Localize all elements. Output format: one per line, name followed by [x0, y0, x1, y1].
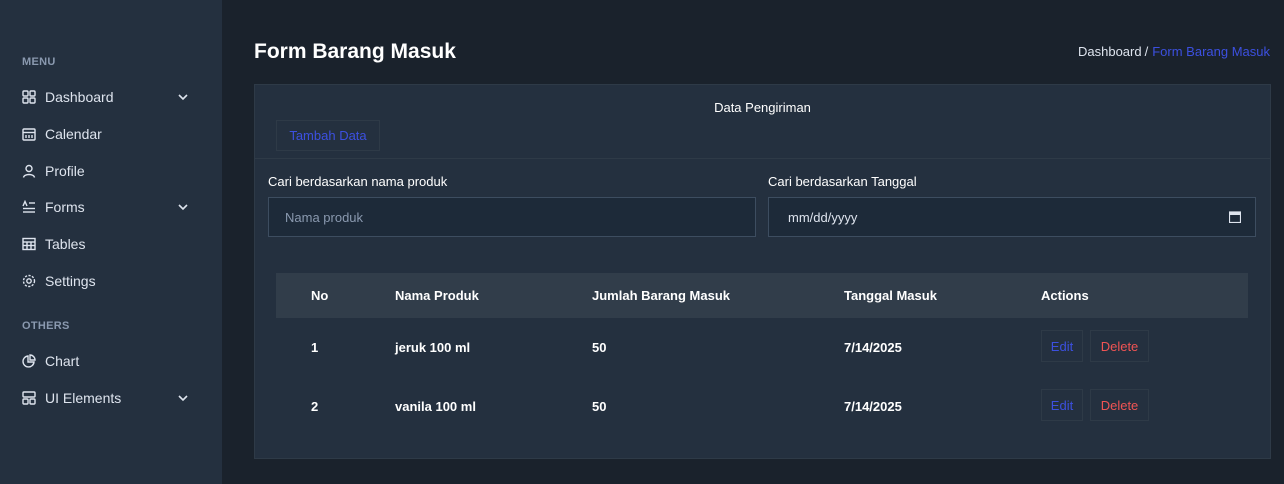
dashboard-grid-icon: [22, 90, 36, 104]
calendar-icon: [22, 127, 36, 141]
edit-button[interactable]: Edit: [1041, 389, 1083, 421]
sidebar-item-calendar[interactable]: Calendar: [22, 123, 190, 145]
sidebar-item-tables[interactable]: Tables: [22, 233, 190, 255]
user-icon: [22, 164, 36, 178]
table-header: No Nama Produk Jumlah Barang Masuk Tangg…: [276, 273, 1248, 318]
cell-jumlah: 50: [592, 398, 607, 414]
cell-tanggal: 7/14/2025: [844, 398, 902, 414]
search-date-label: Cari berdasarkan Tanggal: [768, 174, 917, 189]
breadcrumb-separator: /: [1144, 44, 1149, 59]
sidebar-item-dashboard[interactable]: Dashboard: [22, 86, 190, 108]
column-header-nama-produk: Nama Produk: [395, 288, 479, 303]
cell-tanggal: 7/14/2025: [844, 339, 902, 355]
chevron-down-icon[interactable]: [176, 391, 190, 405]
gear-icon: [22, 274, 36, 288]
sidebar-item-label: Forms: [45, 199, 85, 215]
sidebar-item-label: Profile: [45, 163, 85, 179]
breadcrumb-current: Form Barang Masuk: [1152, 44, 1270, 59]
chevron-down-icon[interactable]: [176, 90, 190, 104]
sidebar-item-label: Tables: [45, 236, 86, 252]
chevron-down-icon[interactable]: [176, 200, 190, 214]
sidebar-item-label: Chart: [45, 353, 80, 369]
calendar-picker-icon[interactable]: [1228, 211, 1242, 224]
data-card: Data Pengiriman Tambah Data Cari berdasa…: [254, 84, 1271, 459]
pie-chart-icon: [22, 354, 36, 368]
cell-jumlah: 50: [592, 339, 607, 355]
sidebar-item-chart[interactable]: Chart: [22, 350, 190, 372]
date-input-value: mm/dd/yyyy: [788, 209, 858, 225]
table-row: 2 vanila 100 ml 50 7/14/2025 Edit Delete: [276, 377, 1248, 435]
add-data-button[interactable]: Tambah Data: [276, 120, 380, 151]
search-name-label: Cari berdasarkan nama produk: [268, 174, 448, 189]
sidebar-item-profile[interactable]: Profile: [22, 160, 190, 182]
sidebar-item-label: UI Elements: [45, 390, 122, 406]
column-header-no: No: [311, 288, 329, 303]
table-icon: [22, 237, 36, 251]
delete-button[interactable]: Delete: [1090, 330, 1149, 362]
product-search-input[interactable]: Nama produk: [268, 197, 756, 237]
sidebar-item-label: Dashboard: [45, 89, 114, 105]
date-search-input[interactable]: mm/dd/yyyy: [768, 197, 1256, 237]
forms-icon: [22, 200, 36, 214]
breadcrumb: Dashboard / Form Barang Masuk: [1078, 44, 1270, 59]
sidebar-item-ui-elements[interactable]: UI Elements: [22, 387, 190, 409]
delete-button[interactable]: Delete: [1090, 389, 1149, 421]
sidebar-item-label: Calendar: [45, 126, 102, 142]
edit-button[interactable]: Edit: [1041, 330, 1083, 362]
cell-nama-produk: jeruk 100 ml: [395, 339, 471, 355]
card-title: Data Pengiriman: [714, 100, 811, 115]
cell-no: 1: [311, 339, 319, 355]
ui-elements-icon: [22, 391, 36, 405]
sidebar-item-settings[interactable]: Settings: [22, 270, 190, 292]
product-search-placeholder: Nama produk: [285, 209, 364, 225]
sidebar-item-forms[interactable]: Forms: [22, 196, 190, 218]
divider: [255, 158, 1270, 159]
sidebar-item-label: Settings: [45, 273, 96, 289]
column-header-jumlah: Jumlah Barang Masuk: [592, 288, 730, 303]
others-heading: OTHERS: [22, 320, 70, 332]
cell-nama-produk: vanila 100 ml: [395, 398, 476, 414]
sidebar: MENU Dashboard Calendar Profile Forms Ta…: [0, 0, 222, 484]
cell-no: 2: [311, 398, 319, 414]
column-header-tanggal: Tanggal Masuk: [844, 288, 937, 303]
page-title: Form Barang Masuk: [254, 40, 456, 63]
main-content: Form Barang Masuk Dashboard / Form Barang …: [222, 8, 1284, 484]
table-row: 1 jeruk 100 ml 50 7/14/2025 Edit Delete: [276, 318, 1248, 376]
breadcrumb-home[interactable]: Dashboard: [1078, 44, 1142, 59]
column-header-actions: Actions: [1041, 288, 1089, 303]
menu-heading: MENU: [22, 56, 56, 68]
